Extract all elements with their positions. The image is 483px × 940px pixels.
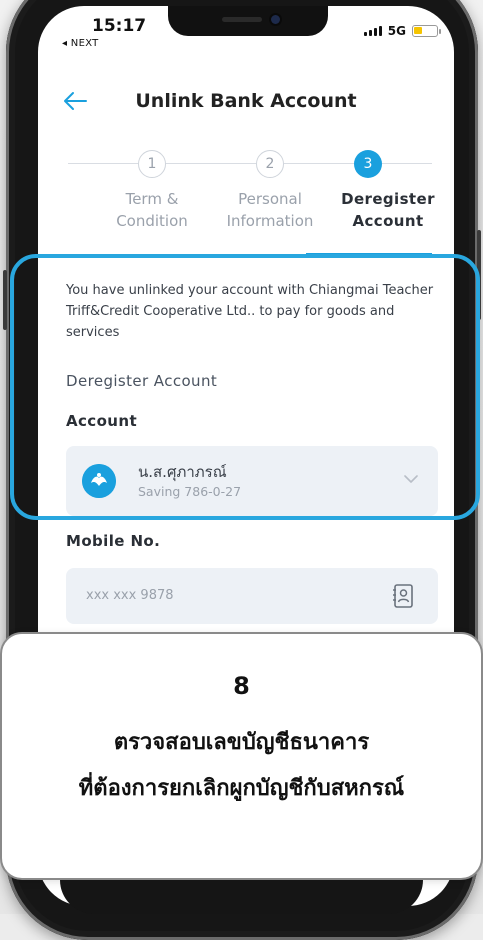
- camera-icon: [271, 15, 280, 24]
- page-title: Unlink Bank Account: [135, 90, 357, 112]
- step-2-label-line1: Personal: [238, 190, 302, 208]
- instruction-step-number: 8: [233, 672, 250, 700]
- instruction-line-2: ที่ต้องการยกเลิกผูกบัญชีกับสหกรณ์: [78, 776, 405, 801]
- status-time: 15:17: [92, 16, 147, 36]
- step-1-label: Term & Condition: [87, 188, 217, 232]
- step-2-label-line2: Information: [226, 212, 314, 230]
- notch: [168, 6, 328, 36]
- mobile-field[interactable]: xxx xxx 9878: [66, 568, 438, 624]
- instruction-card: 8 ตรวจสอบเลขบัญชีธนาคาร ที่ต้องการยกเลิก…: [0, 632, 483, 880]
- header: Unlink Bank Account: [38, 84, 454, 124]
- step-1-label-line1: Term &: [125, 190, 179, 208]
- speaker-grille: [222, 17, 262, 22]
- mobile-label: Mobile No.: [66, 532, 161, 550]
- step-3-label-line2: Account: [352, 212, 424, 230]
- step-1-circle: 1: [138, 150, 166, 178]
- battery-icon: [412, 25, 441, 37]
- step-2-circle: 2: [256, 150, 284, 178]
- step-connector: [382, 163, 432, 164]
- signal-icon: [363, 26, 382, 36]
- step-1-label-line2: Condition: [116, 212, 188, 230]
- step-3-label-line1: Deregister: [341, 190, 435, 208]
- instruction-line-1: ตรวจสอบเลขบัญชีธนาคาร: [113, 730, 370, 755]
- step-connector: [68, 163, 138, 164]
- step-3-circle: 3: [354, 150, 382, 178]
- progress-steps: 1 2 3 Term & Condition Personal Informat…: [38, 146, 454, 256]
- status-right: 5G: [363, 24, 441, 38]
- phone-bottom-bezel: [60, 880, 423, 914]
- mobile-value: xxx xxx 9878: [86, 588, 174, 603]
- step-connector: [166, 163, 256, 164]
- status-back-app[interactable]: ◂ NEXT: [62, 38, 99, 49]
- highlight-frame: [10, 254, 480, 520]
- step-3-label: Deregister Account: [323, 188, 453, 232]
- step-2-label: Personal Information: [205, 188, 335, 232]
- contact-book-icon[interactable]: [392, 583, 414, 609]
- step-connector: [284, 163, 354, 164]
- network-type: 5G: [387, 24, 406, 38]
- volume-button: [3, 270, 7, 330]
